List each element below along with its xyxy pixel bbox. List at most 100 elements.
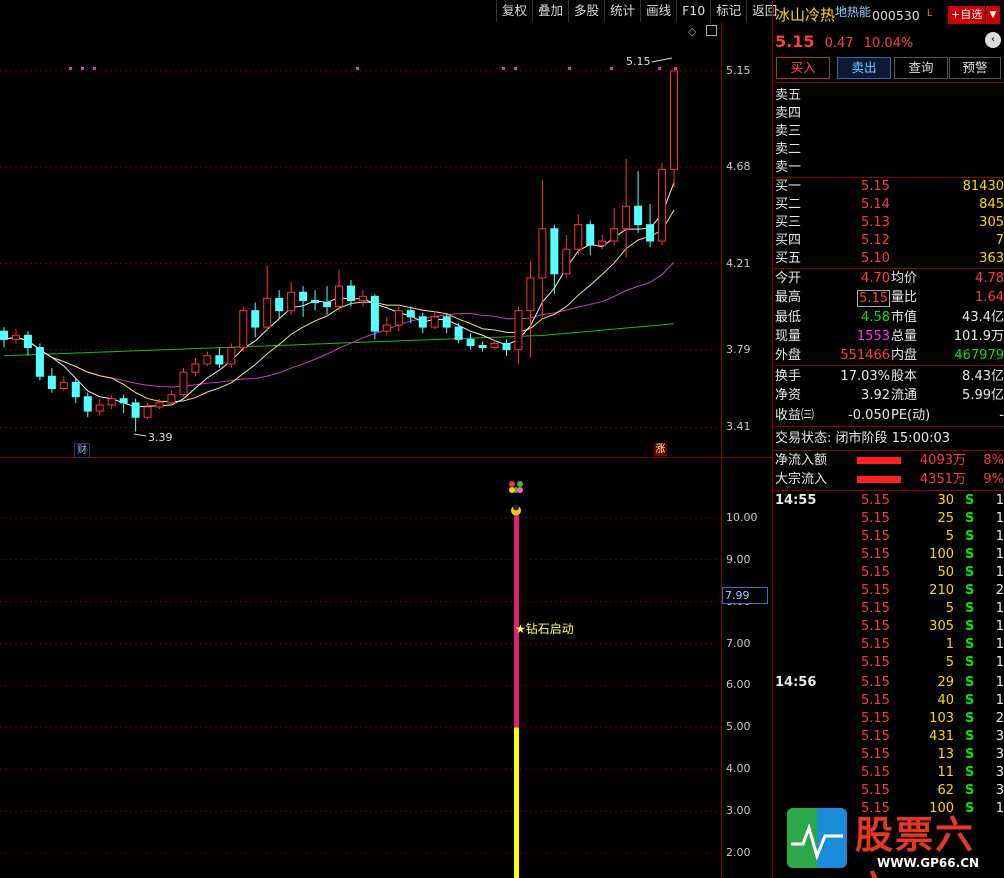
tick-row[interactable]: 5.15 11 S 3 bbox=[775, 764, 1004, 782]
buy-level-price: 5.10 bbox=[861, 251, 890, 266]
tick-price: 5.15 bbox=[861, 601, 890, 617]
stat-label: 换手 bbox=[775, 369, 802, 384]
tick-row[interactable]: 5.15 103 S 2 bbox=[775, 710, 1004, 728]
candle bbox=[23, 331, 32, 356]
tick-volume: 62 bbox=[937, 782, 954, 798]
signal-cluster-dot bbox=[517, 481, 523, 487]
signal-dot bbox=[93, 67, 96, 70]
flow-bar bbox=[857, 457, 901, 464]
toolbar-btn-4[interactable]: 画线 bbox=[640, 0, 676, 22]
current-price: 5.15 bbox=[775, 32, 815, 51]
badge-cai[interactable]: 财 bbox=[74, 443, 90, 458]
toolbar-btn-3[interactable]: 统计 bbox=[604, 0, 640, 22]
candle bbox=[514, 306, 523, 364]
tick-row[interactable]: 5.15 13 S 3 bbox=[775, 746, 1004, 764]
quote-panel: 冰山冷热地热能000530 L +自选 ▼ 5.15 0.47 10.04% ‹… bbox=[773, 0, 1004, 878]
indicator-chart[interactable] bbox=[0, 458, 722, 878]
candle bbox=[586, 220, 595, 256]
badge-zhang[interactable]: 涨 bbox=[654, 443, 667, 456]
toolbar-btn-2[interactable]: 多股 bbox=[568, 0, 604, 22]
stat-value-2: - bbox=[999, 407, 1004, 423]
buy-level-label: 买一 bbox=[775, 179, 802, 194]
tick-price: 5.15 bbox=[861, 547, 890, 563]
tick-volume: 13 bbox=[937, 746, 954, 762]
stat-label-2: PE(动) bbox=[891, 407, 931, 423]
toolbar-btn-1[interactable]: 叠加 bbox=[532, 0, 568, 22]
expand-circle-icon[interactable]: ‹ bbox=[985, 32, 1001, 48]
candle bbox=[502, 339, 511, 356]
stat-row: 最高 5.15 量比 1.64 bbox=[775, 289, 1004, 308]
tick-row[interactable]: 5.15 100 S 1 bbox=[775, 546, 1004, 564]
watchlist-dropdown-button[interactable]: ▼ bbox=[986, 6, 1000, 24]
tick-side: S bbox=[965, 655, 975, 671]
tick-row[interactable]: 5.15 62 S 3 bbox=[775, 782, 1004, 800]
toolbar-btn-6[interactable]: 标记 bbox=[710, 0, 746, 22]
stock-code: 000530 bbox=[872, 8, 920, 23]
tick-row[interactable]: 14:55 5.15 30 S 1 bbox=[775, 492, 1004, 510]
indicator-axis-label: 7.00 bbox=[726, 636, 751, 650]
toolbar-btn-0[interactable]: 复权 bbox=[496, 0, 532, 22]
tick-row[interactable]: 5.15 1 S 1 bbox=[775, 636, 1004, 654]
kline-chart[interactable] bbox=[0, 22, 722, 458]
divider bbox=[773, 490, 1004, 491]
tick-row[interactable]: 5.15 25 S 1 bbox=[775, 510, 1004, 528]
trade-btn-0[interactable]: 买入 bbox=[776, 57, 830, 79]
stat-label: 净资 bbox=[775, 388, 802, 404]
candle bbox=[466, 333, 475, 350]
stat-label: 收益㈢ bbox=[775, 407, 815, 423]
candle bbox=[658, 163, 667, 246]
indicator-axis-label: 10.00 bbox=[726, 510, 758, 524]
tick-volume: 30 bbox=[937, 493, 954, 508]
buy-level-price: 5.14 bbox=[861, 197, 890, 212]
tick-row[interactable]: 5.15 50 S 1 bbox=[775, 564, 1004, 582]
candle bbox=[251, 302, 260, 338]
flow-label: 净流入额 bbox=[775, 453, 828, 468]
tick-count: 1 bbox=[995, 511, 1004, 527]
signal-dot bbox=[502, 67, 505, 70]
trade-btn-2[interactable]: 查询 bbox=[894, 57, 948, 79]
buy-level-row: 买五 5.10 363 bbox=[775, 250, 1004, 268]
tick-row[interactable]: 5.15 210 S 2 bbox=[775, 582, 1004, 600]
tick-side: S bbox=[965, 782, 975, 798]
tick-row[interactable]: 5.15 305 S 1 bbox=[775, 618, 1004, 636]
tick-price: 5.15 bbox=[861, 565, 890, 581]
trade-btn-3[interactable]: 预警 bbox=[949, 57, 1001, 79]
tick-row[interactable]: 5.15 40 S 1 bbox=[775, 692, 1004, 710]
stat-label-2: 流通 bbox=[891, 388, 918, 404]
tick-time: 14:56 bbox=[775, 674, 817, 690]
tick-price: 5.15 bbox=[861, 583, 890, 599]
candle bbox=[179, 368, 188, 397]
tick-count: 1 bbox=[995, 565, 1004, 581]
stat-row: 外盘 551466 内盘 467979 bbox=[775, 347, 1004, 365]
tick-volume: 50 bbox=[937, 565, 954, 581]
indicator-top-dot-shade bbox=[513, 504, 519, 511]
flow-value: 4351万 bbox=[919, 471, 966, 487]
trade-btn-1[interactable]: 卖出 bbox=[837, 57, 891, 79]
candle bbox=[299, 286, 308, 317]
tick-price: 5.15 bbox=[861, 529, 890, 545]
buy-level-volume: 305 bbox=[979, 215, 1004, 230]
signal-cluster-dot bbox=[509, 487, 515, 493]
indicator-axis-label: 6.00 bbox=[726, 678, 751, 692]
ma60-line bbox=[3, 323, 675, 357]
tick-row[interactable]: 5.15 431 S 3 bbox=[775, 728, 1004, 746]
candle bbox=[526, 261, 535, 358]
stat-label: 外盘 bbox=[775, 348, 802, 364]
indicator-bar-yellow bbox=[514, 727, 519, 878]
buy-level-volume: 81430 bbox=[962, 179, 1004, 194]
candle bbox=[418, 312, 427, 334]
tick-row[interactable]: 5.15 5 S 1 bbox=[775, 600, 1004, 618]
tick-side: S bbox=[965, 728, 975, 744]
divider bbox=[773, 268, 1004, 269]
stock-name: 冰山冷热 bbox=[775, 6, 836, 24]
tick-row[interactable]: 5.15 5 S 1 bbox=[775, 654, 1004, 672]
sell-level-4: 卖一 bbox=[775, 160, 802, 175]
toolbar-btn-5[interactable]: F10 bbox=[676, 0, 710, 22]
tick-row[interactable]: 5.15 5 S 1 bbox=[775, 528, 1004, 546]
tick-row[interactable]: 14:56 5.15 29 S 1 bbox=[775, 674, 1004, 692]
stat-value-2: 8.43亿 bbox=[962, 369, 1004, 384]
add-watchlist-button[interactable]: +自选 bbox=[948, 6, 986, 24]
candle bbox=[11, 329, 20, 344]
candle bbox=[203, 351, 212, 366]
sell-level-1: 卖四 bbox=[775, 106, 802, 121]
